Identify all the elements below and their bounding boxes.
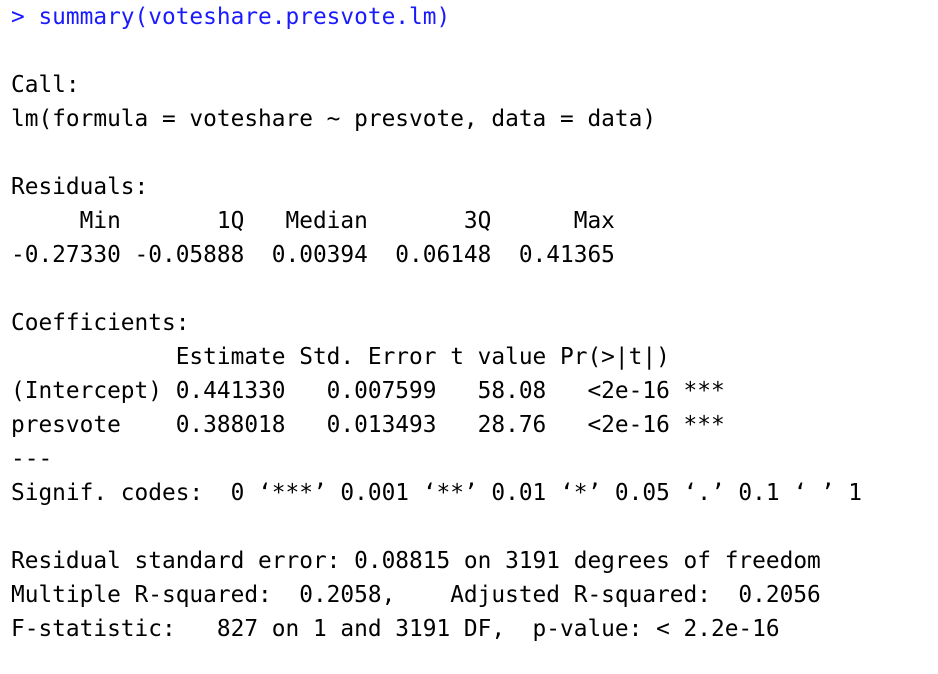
significance-codes: Signif. codes: 0 ‘***’ 0.001 ‘**’ 0.01 ‘… [11, 480, 862, 506]
coefficients-header: Coefficients: [11, 310, 190, 336]
residuals-quantile-values: -0.27330 -0.05888 0.00394 0.06148 0.4136… [11, 242, 629, 268]
coefficients-column-headers: Estimate Std. Error t value Pr(>|t|) [11, 344, 725, 370]
f-statistic-line: F-statistic: 827 on 1 and 3191 DF, p-val… [11, 616, 780, 642]
coefficient-row-intercept: (Intercept) 0.441330 0.007599 58.08 <2e-… [11, 378, 725, 404]
separator-line: --- [11, 446, 53, 472]
command-text: summary(voteshare.presvote.lm) [38, 4, 451, 30]
residuals-quantile-labels: Min 1Q Median 3Q Max [11, 208, 629, 234]
command-input-line: > summary(voteshare.presvote.lm) [11, 0, 862, 34]
prompt-symbol: > [11, 4, 39, 30]
call-header: Call: [11, 72, 80, 98]
residuals-header: Residuals: [11, 174, 149, 200]
call-formula: lm(formula = voteshare ~ presvote, data … [11, 106, 657, 132]
coefficient-row-presvote: presvote 0.388018 0.013493 28.76 <2e-16 … [11, 412, 725, 438]
r-squared-line: Multiple R-squared: 0.2058, Adjusted R-s… [11, 582, 835, 608]
r-console-output: > summary(voteshare.presvote.lm) Call: l… [11, 0, 862, 646]
residual-standard-error: Residual standard error: 0.08815 on 3191… [11, 548, 821, 574]
